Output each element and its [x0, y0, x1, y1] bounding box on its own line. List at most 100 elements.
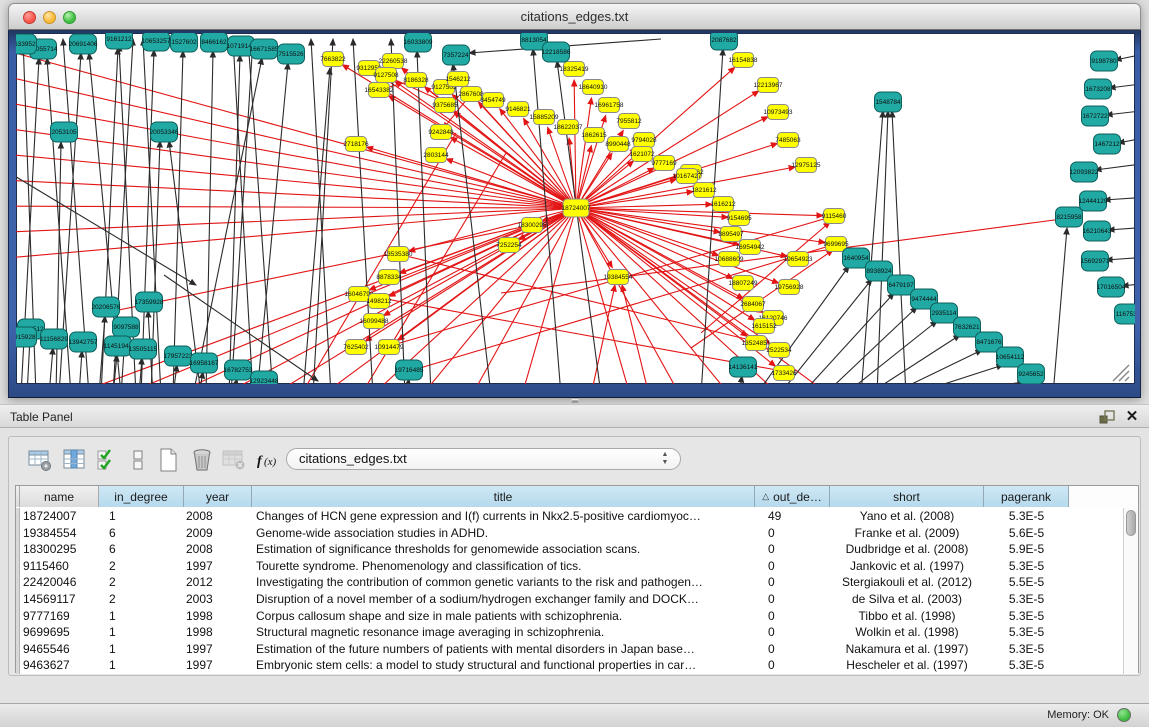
row-height-button[interactable]: [125, 446, 153, 474]
cell-title: Tourette syndrome. Phenomenology and cla…: [252, 558, 755, 575]
graph-node-label: 20691406: [69, 41, 98, 48]
graph-node-label: 1615152: [751, 323, 777, 330]
graph-node-label: 9777169: [651, 160, 677, 167]
table-row[interactable]: 977716911998Corpus callosum shape and si…: [16, 608, 1124, 625]
cell-filler: [1069, 657, 1124, 674]
cell-filler: [1069, 508, 1124, 525]
graph-node-label: 16033809: [404, 39, 433, 46]
column-header-year[interactable]: year: [184, 486, 252, 507]
graph-node-label: 20053346: [150, 129, 179, 136]
table-row[interactable]: 1830029562008Estimation of significance …: [16, 541, 1124, 558]
cell-out_degree: 0: [755, 525, 830, 542]
graph-node-label: 16210643: [1083, 228, 1112, 235]
application-window: citations_edges.txt 22260538931295891275…: [0, 0, 1149, 727]
cell-in_degree: 2: [99, 574, 184, 591]
graph-node-label: 16543382: [365, 87, 394, 94]
graph-node-label: 7515526: [278, 51, 304, 58]
graph-node-label: 1633952: [16, 41, 36, 48]
scrollbar-thumb[interactable]: [1126, 510, 1136, 536]
cell-filler: [1069, 641, 1124, 658]
cell-pagerank: 5.5E-5: [984, 574, 1069, 591]
select-columns-icon: [95, 447, 121, 473]
splitter-grip-icon: [571, 399, 579, 403]
graph-node-label: 6479197: [888, 282, 914, 289]
table-row[interactable]: 946362711997Embryonic stem cells: a mode…: [16, 657, 1124, 674]
cell-filler: [1069, 574, 1124, 591]
cell-in_degree: 6: [99, 525, 184, 542]
column-header-out-degree[interactable]: △ out_de…: [755, 486, 830, 507]
cell-short: Wolkin et al. (1998): [830, 624, 984, 641]
graph-node-label: 9161212: [106, 36, 132, 43]
graph-node-label: 16671585: [250, 46, 279, 53]
graph-node-label: 2522534: [766, 347, 792, 354]
graph-node-label: 19756928: [775, 284, 804, 291]
cell-year: 1997: [184, 657, 252, 674]
cell-filler: [1069, 558, 1124, 575]
table-row[interactable]: 1456911722003Disruption of a novel membe…: [16, 591, 1124, 608]
table-row[interactable]: 1872400712008Changes of HCN gene express…: [16, 508, 1124, 525]
function-builder-button[interactable]: f (x): [255, 446, 283, 474]
select-columns-button[interactable]: [95, 446, 123, 474]
graph-node-label: 22260538: [379, 58, 408, 65]
graph-node-label: 7663822: [320, 56, 346, 63]
graph-node-label: 10167427: [673, 173, 702, 180]
graph-node-label: 8878334: [376, 274, 402, 281]
graph-node-label: 9115460: [822, 213, 847, 220]
column-header-title[interactable]: title: [252, 486, 755, 507]
graph-node-label: 8466162: [201, 39, 227, 46]
table-row[interactable]: 969969511998Structural magnetic resonanc…: [16, 624, 1124, 641]
cell-name: 9465546: [20, 641, 99, 658]
float-panel-button[interactable]: [1098, 409, 1116, 425]
memory-status-icon: [1117, 708, 1131, 722]
column-header-pagerank[interactable]: pagerank: [984, 486, 1069, 507]
graph-node-label: 18724007: [562, 205, 591, 212]
column-header-in-degree[interactable]: in_degree: [99, 486, 184, 507]
graph-node-label: 8990448: [605, 141, 631, 148]
cell-name: 9463627: [20, 657, 99, 674]
cell-short: de Silva et al. (2003): [830, 591, 984, 608]
table-row[interactable]: 946554611997Estimation of the future num…: [16, 641, 1124, 658]
svg-text:(x): (x): [264, 456, 277, 468]
delete-column-button[interactable]: [189, 446, 217, 474]
graph-node-label: 10653257: [142, 38, 171, 45]
graph-node-label: 16958167: [190, 360, 219, 367]
cell-name: 9777169: [20, 608, 99, 625]
graph-node-label: 8938924: [866, 268, 892, 275]
table-row[interactable]: 2242004622012Investigating the contribut…: [16, 574, 1124, 591]
graph-node-label: 8454749: [480, 97, 506, 104]
graph-node-label: 1548784: [875, 99, 901, 106]
table-selector[interactable]: citations_edges.txt ▲▼: [286, 448, 681, 470]
window-resize-grip[interactable]: [1113, 365, 1129, 381]
table-options-button[interactable]: [27, 446, 55, 474]
cell-out_degree: 0: [755, 657, 830, 674]
cell-year: 2008: [184, 508, 252, 525]
graph-node-label: 8471676: [976, 339, 1002, 346]
graph-node-label: 13535380: [384, 251, 413, 258]
close-panel-button[interactable]: ✕: [1124, 408, 1140, 426]
cell-title: Structural magnetic resonance image aver…: [252, 624, 755, 641]
window-titlebar[interactable]: citations_edges.txt: [8, 3, 1141, 30]
table-options-icon: [27, 447, 53, 473]
graph-node-label: 9097588: [113, 324, 139, 331]
delete-table-button[interactable]: [221, 446, 249, 474]
table-selector-value: citations_edges.txt: [299, 451, 407, 466]
cell-title: Estimation of significance thresholds fo…: [252, 541, 755, 558]
column-header-name[interactable]: name: [20, 486, 99, 507]
graph-node-label: 9474444: [911, 296, 937, 303]
network-canvas[interactable]: 2226053893129589127508818632891275031546…: [16, 33, 1135, 384]
graph-node-label: 10688609: [715, 256, 744, 263]
cell-name: 18724007: [20, 508, 99, 525]
table-row[interactable]: 1938455462009Genome-wide association stu…: [16, 525, 1124, 542]
table-scrollbar[interactable]: [1123, 508, 1138, 674]
column-header-short[interactable]: short: [830, 486, 984, 507]
column-visibility-button[interactable]: [61, 446, 89, 474]
cell-short: Tibbo et al. (1998): [830, 608, 984, 625]
cell-year: 1998: [184, 608, 252, 625]
graph-node-label: 3915928: [16, 334, 36, 341]
graph-node-label: 8215958: [1056, 214, 1082, 221]
new-column-button[interactable]: [155, 446, 183, 474]
cell-in_degree: 1: [99, 624, 184, 641]
table-panel-inner: f (x) citations_edges.txt ▲▼ name in_deg…: [8, 436, 1141, 676]
graph-node-label: 19384554: [604, 274, 633, 281]
table-row[interactable]: 911546021997Tourette syndrome. Phenomeno…: [16, 558, 1124, 575]
